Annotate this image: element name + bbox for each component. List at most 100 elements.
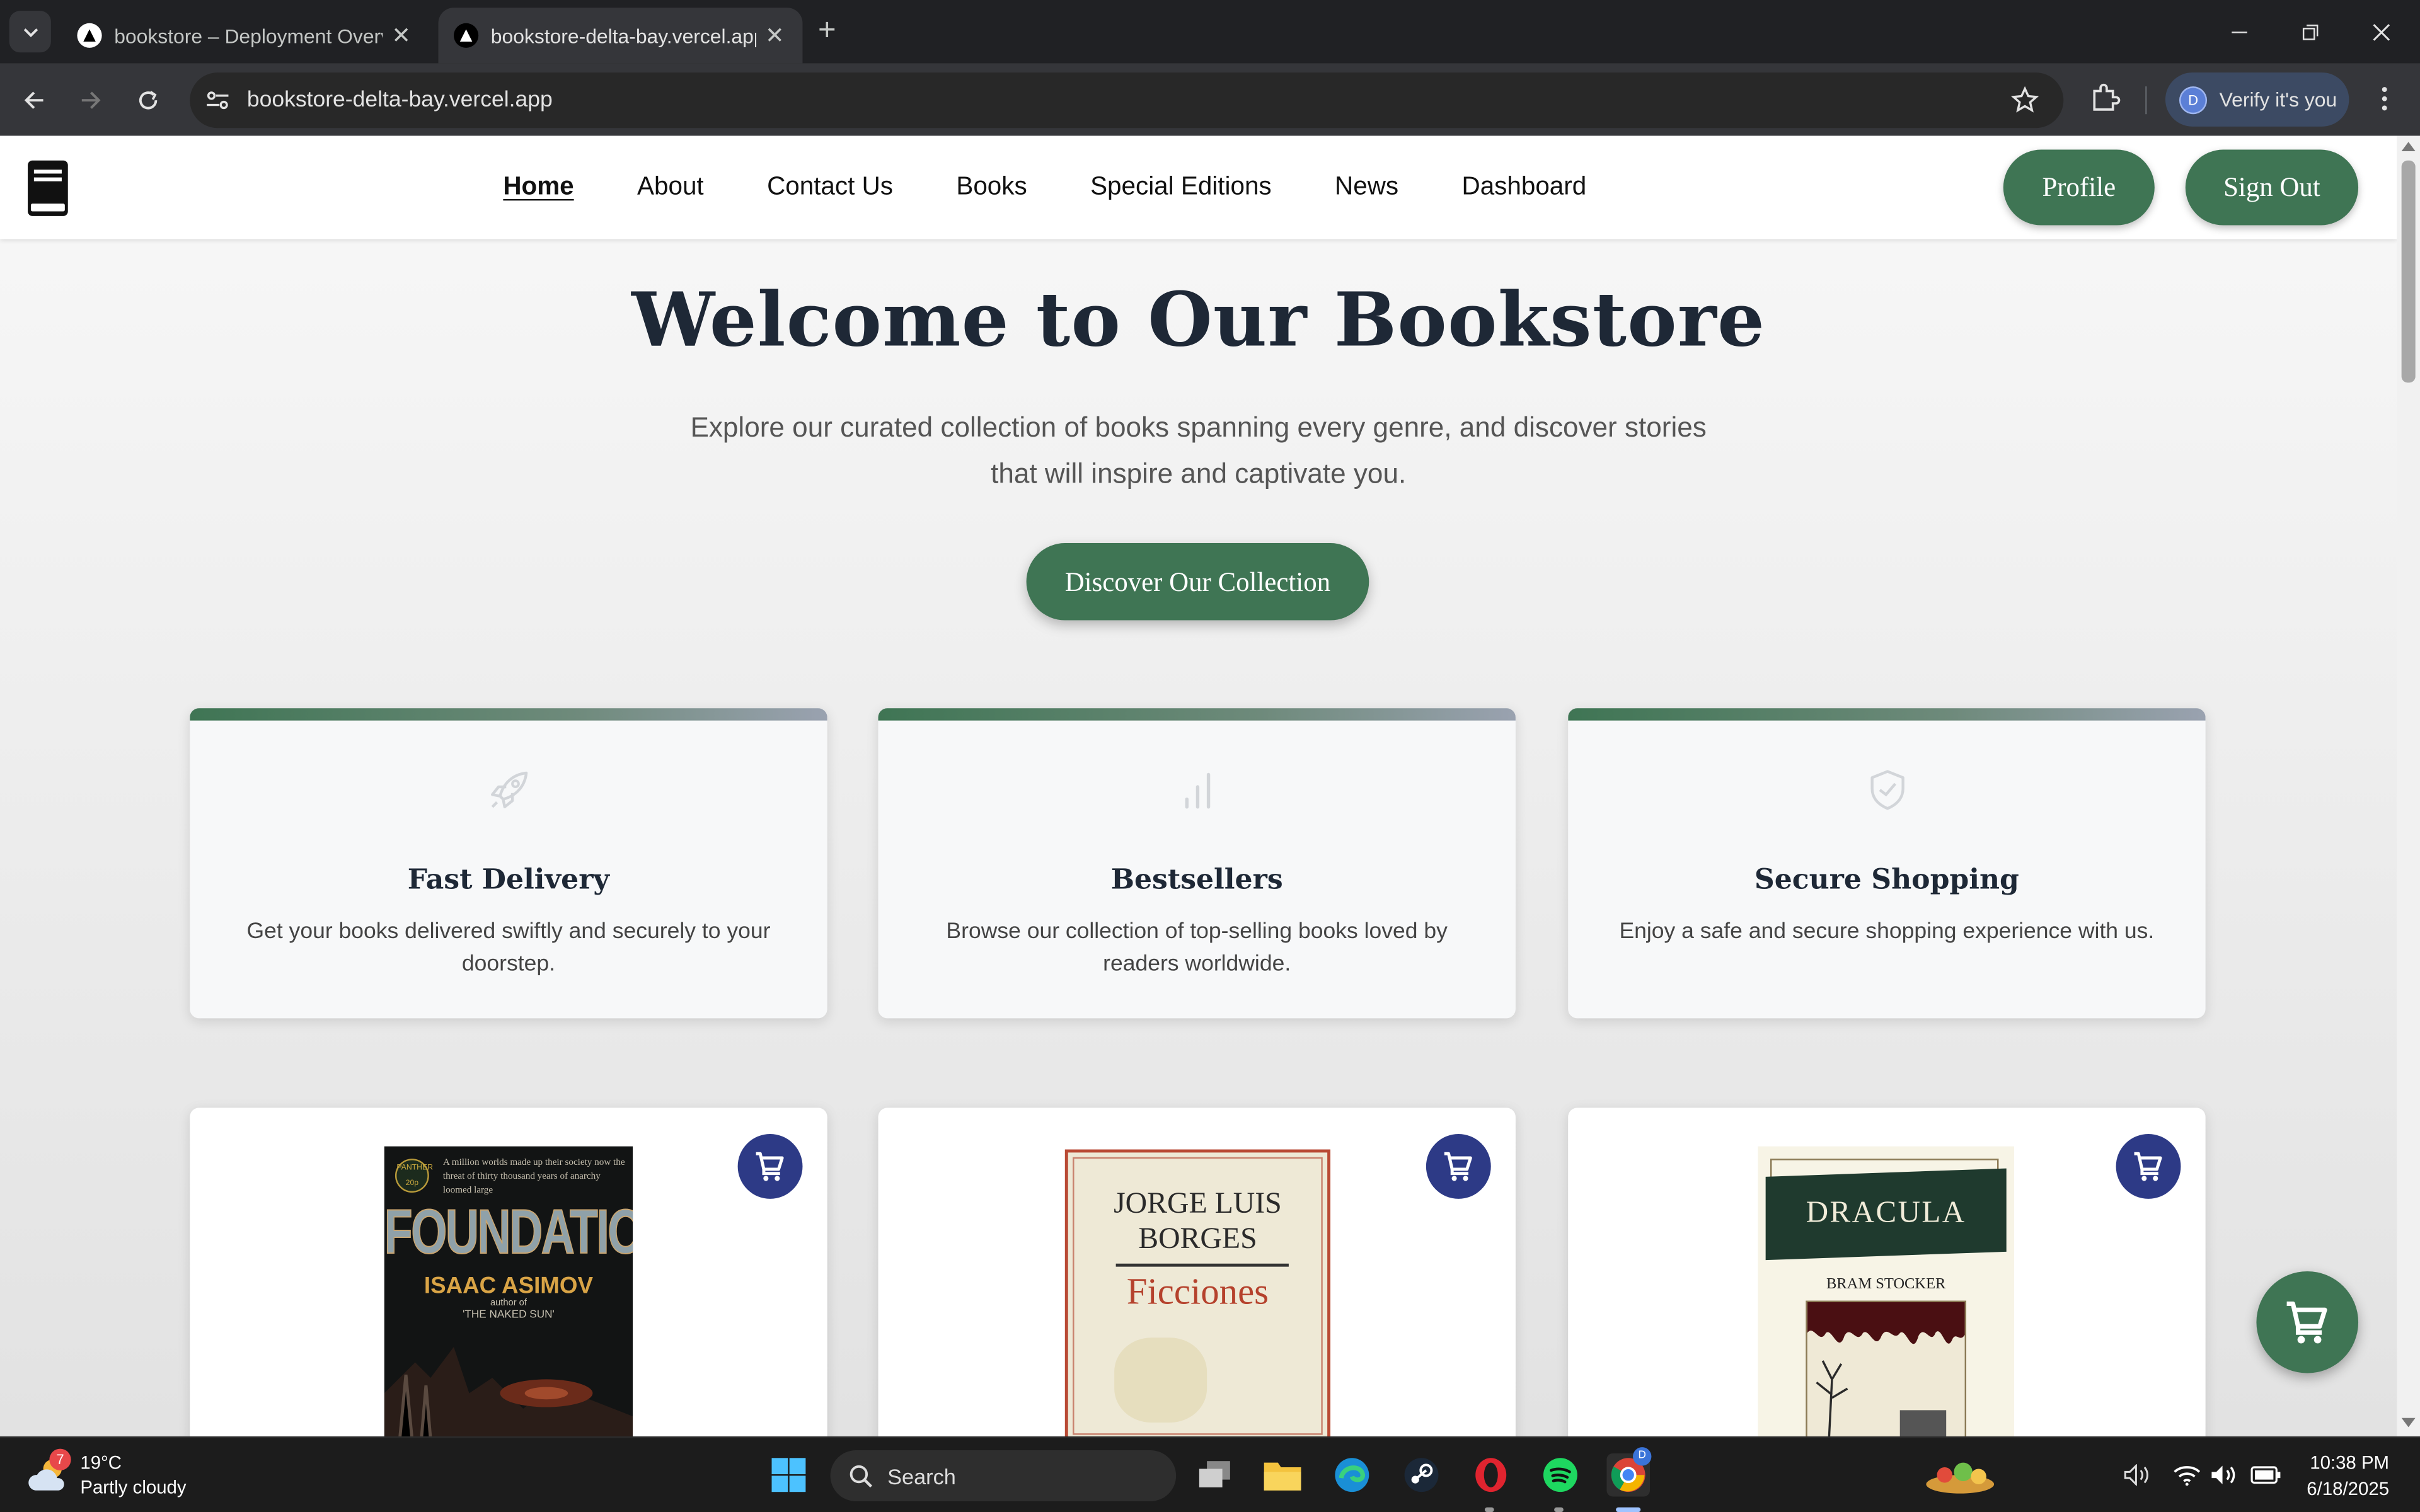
- taskbar-search[interactable]: Search: [830, 1450, 1995, 1501]
- discover-collection-button[interactable]: Discover Our Collection: [1026, 543, 1369, 621]
- cover-rule: [1115, 1263, 1289, 1266]
- weather-widget[interactable]: 7 19°C Partly cloudy: [28, 1448, 187, 1499]
- bookmark-star-icon[interactable]: [2011, 86, 2039, 114]
- audio-output-icon[interactable]: [2124, 1464, 2152, 1486]
- chrome-active-indicator: [1616, 1507, 1641, 1512]
- close-window-button[interactable]: [2346, 0, 2417, 63]
- hero-title: Welcome to Our Bookstore: [631, 277, 1766, 364]
- browser-toolbar: bookstore-delta-bay.vercel.app D Verify …: [0, 63, 2420, 136]
- system-clock[interactable]: 10:38 PM 6/18/2025: [2300, 1450, 2389, 1503]
- vercel-icon: [77, 23, 102, 48]
- feature-title: Secure Shopping: [1754, 864, 2019, 896]
- address-bar[interactable]: bookstore-delta-bay.vercel.app: [190, 72, 2064, 129]
- feature-text: Browse our collection of top-selling boo…: [946, 919, 1448, 977]
- cover-illustration: [1806, 1300, 1967, 1437]
- site-info-icon[interactable]: [205, 89, 230, 111]
- scrollbar-thumb[interactable]: [2401, 160, 2416, 383]
- vercel-icon: [454, 23, 479, 48]
- book-card-foundation[interactable]: PANTHER 20p A million worlds made up the…: [190, 1108, 827, 1437]
- chrome-icon[interactable]: D: [1606, 1447, 1652, 1497]
- nav-books[interactable]: Books: [956, 173, 1027, 202]
- opera-running-indicator: [1484, 1507, 1494, 1512]
- book-logo-icon[interactable]: [26, 159, 70, 217]
- spotify-icon[interactable]: [1539, 1453, 1582, 1497]
- cover-blurb: A million worlds made up their society n…: [442, 1157, 625, 1196]
- nav-dashboard[interactable]: Dashboard: [1462, 173, 1587, 202]
- weather-badge: 7: [49, 1448, 71, 1470]
- more-vertical-icon[interactable]: [2371, 85, 2399, 113]
- book-card-dracula[interactable]: DRACULA BRAM STOCKER: [1568, 1108, 2206, 1437]
- nav-contact-us[interactable]: Contact Us: [767, 173, 893, 202]
- arrow-right-icon: [81, 91, 101, 109]
- url-text: bookstore-delta-bay.vercel.app: [246, 88, 553, 113]
- add-to-cart-button[interactable]: [2116, 1134, 2181, 1199]
- nav-home[interactable]: Home: [503, 173, 573, 202]
- wifi-icon[interactable]: [2173, 1464, 2201, 1486]
- nav-about[interactable]: About: [637, 173, 704, 202]
- feature-card-fast-delivery: Fast Delivery Get your books delivered s…: [190, 708, 827, 1019]
- forward-button[interactable]: [72, 82, 110, 119]
- feature-title: Bestsellers: [1110, 864, 1283, 896]
- chrome-profile-badge: D: [1633, 1447, 1652, 1466]
- opera-icon[interactable]: [1469, 1453, 1512, 1497]
- verify-label: Verify it's you: [2219, 88, 2337, 112]
- book-cover-ficciones[interactable]: JORGE LUIS BORGES Ficciones: [1064, 1149, 1331, 1437]
- task-view-icon[interactable]: [1193, 1453, 1236, 1497]
- profile-button[interactable]: Profile: [2003, 149, 2155, 226]
- tab-search-button[interactable]: [9, 11, 51, 53]
- add-to-cart-button[interactable]: [737, 1134, 803, 1199]
- spotify-running-indicator: [1554, 1507, 1564, 1512]
- shield-check-icon: [1870, 770, 1904, 810]
- feature-text: Get your books delivered swiftly and sec…: [246, 919, 771, 977]
- search-highlight-icon: [1926, 1462, 1995, 1494]
- feature-card-bestsellers: Bestsellers Browse our collection of top…: [878, 708, 1516, 1019]
- os-taskbar: 7 19°C Partly cloudy Search D 10:38 PM 6…: [0, 1436, 2420, 1512]
- nav-special-editions[interactable]: Special Editions: [1090, 173, 1272, 202]
- reload-button[interactable]: [130, 82, 167, 119]
- publisher-badge: PANTHER 20p: [395, 1159, 433, 1193]
- sign-out-button[interactable]: Sign Out: [2185, 149, 2359, 226]
- battery-icon[interactable]: [2250, 1464, 2281, 1486]
- book-cover-foundation[interactable]: PANTHER 20p A million worlds made up the…: [384, 1146, 633, 1437]
- steam-icon[interactable]: [1400, 1453, 1443, 1497]
- file-explorer-icon[interactable]: [1261, 1453, 1305, 1497]
- tab-close-icon[interactable]: ✕: [383, 21, 420, 50]
- back-button[interactable]: [15, 82, 52, 119]
- extensions-puzzle-icon[interactable]: [2090, 82, 2121, 113]
- restore-button[interactable]: [2275, 0, 2346, 63]
- main-nav: Home About Contact Us Books Special Edit…: [503, 173, 1649, 202]
- book-card-ficciones[interactable]: JORGE LUIS BORGES Ficciones: [878, 1108, 1516, 1437]
- verify-profile-button[interactable]: D Verify it's you: [2165, 72, 2349, 127]
- cover-byline: author of: [490, 1299, 527, 1309]
- book-cover-dracula[interactable]: DRACULA BRAM STOCKER: [1758, 1146, 2014, 1437]
- bar-chart-icon: [1184, 772, 1210, 809]
- volume-icon[interactable]: [2210, 1464, 2238, 1486]
- partly-cloudy-icon: 7: [28, 1448, 71, 1496]
- cover-stain: [1114, 1337, 1207, 1423]
- page-scrollbar[interactable]: [2397, 135, 2420, 1437]
- cover-title: DRACULA: [1806, 1195, 1966, 1230]
- toolbar-divider: [2145, 86, 2147, 115]
- edge-browser-icon[interactable]: [1330, 1453, 1374, 1497]
- page-viewport: Home About Contact Us Books Special Edit…: [0, 135, 2420, 1437]
- browser-tab-deployment[interactable]: bookstore – Deployment Overv ✕: [62, 8, 429, 63]
- windows-start-icon[interactable]: [767, 1453, 810, 1497]
- browser-tab-bookstore[interactable]: bookstore-delta-bay.vercel.app ✕: [438, 8, 803, 64]
- floating-cart-button[interactable]: [2256, 1271, 2359, 1373]
- nav-news[interactable]: News: [1335, 173, 1398, 202]
- arrow-left-icon: [24, 91, 43, 109]
- scroll-up-icon[interactable]: [2401, 140, 2416, 152]
- scroll-down-icon[interactable]: [2401, 1418, 2416, 1429]
- shopping-cart-icon: [2286, 1301, 2327, 1344]
- search-placeholder: Search: [887, 1463, 956, 1489]
- shopping-cart-icon: [1444, 1152, 1472, 1181]
- new-tab-button[interactable]: +: [818, 14, 836, 49]
- clock-date: 6/18/2025: [2307, 1478, 2390, 1500]
- tab-close-icon[interactable]: ✕: [756, 21, 793, 50]
- minimize-button[interactable]: [2204, 0, 2275, 63]
- cover-illustration: [384, 1346, 633, 1437]
- card-accent-bar: [1568, 708, 2206, 721]
- add-to-cart-button[interactable]: [1426, 1134, 1491, 1199]
- rocket-icon: [490, 771, 527, 809]
- card-accent-bar: [878, 708, 1516, 721]
